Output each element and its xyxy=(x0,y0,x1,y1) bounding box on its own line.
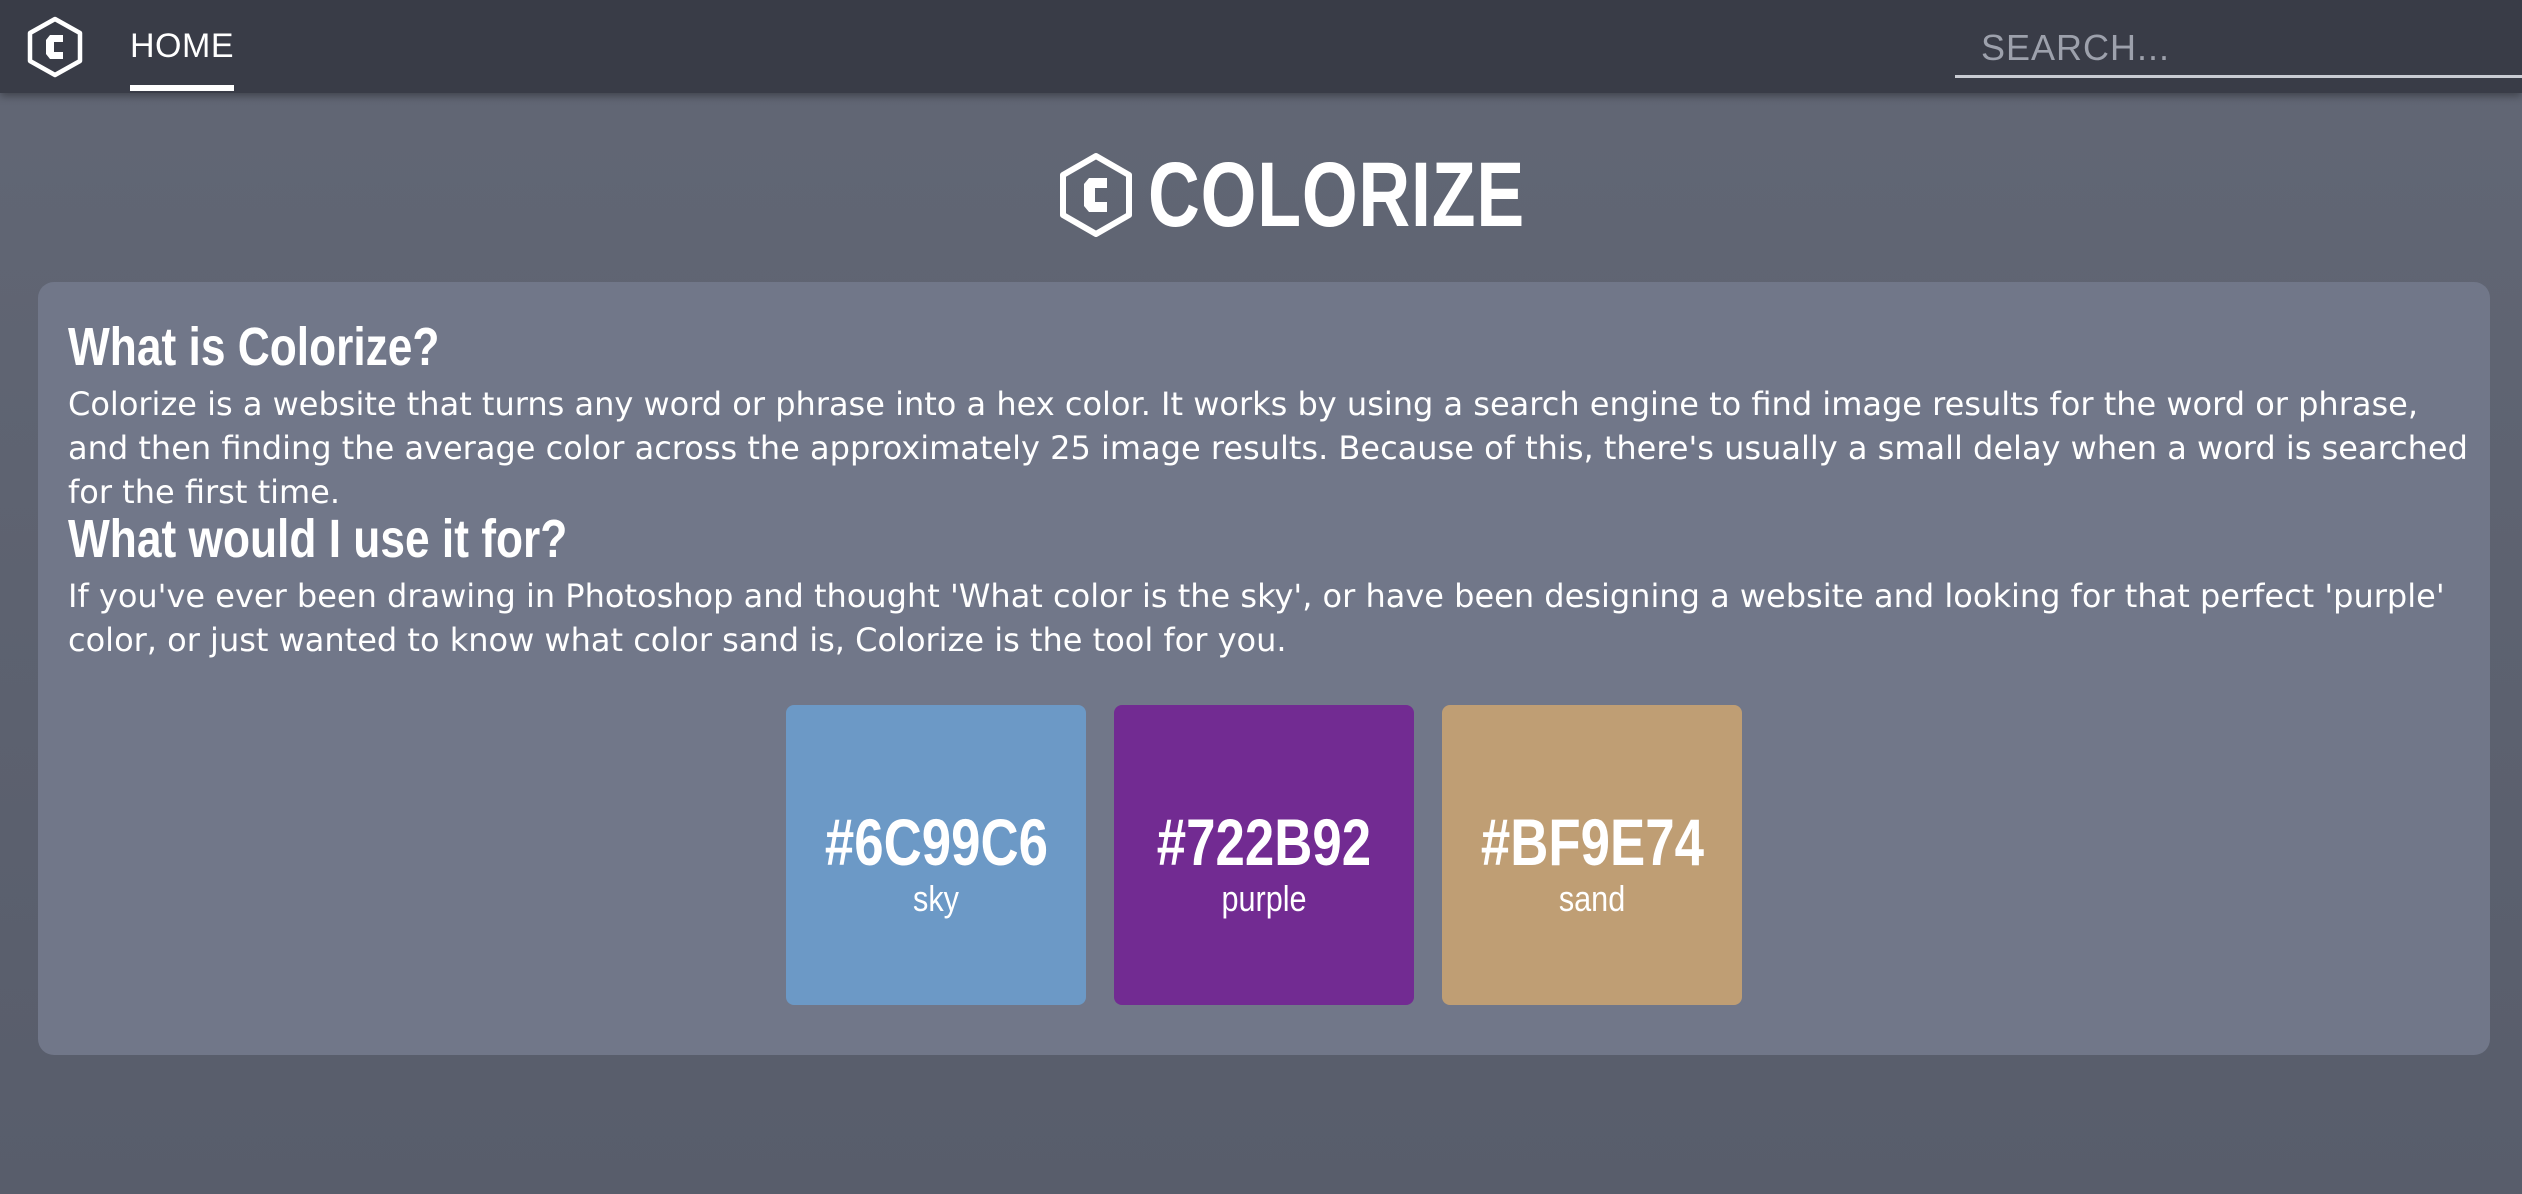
page-title: COLORIZE xyxy=(1148,144,1525,246)
swatch-word: sky xyxy=(913,878,959,919)
color-swatch-purple[interactable]: #722B92 purple xyxy=(1114,705,1414,1005)
info-card: What is Colorize? Colorize is a website … xyxy=(38,282,2490,1055)
nav-home-link[interactable]: HOME xyxy=(130,0,234,93)
nav-active-indicator xyxy=(130,85,234,91)
swatch-word: purple xyxy=(1221,878,1307,919)
hexagon-c-logo-icon[interactable] xyxy=(26,16,84,78)
section-heading-use-for: What would I use it for? xyxy=(68,509,568,569)
swatch-hex-code: #6C99C6 xyxy=(824,805,1048,879)
color-swatch-sky[interactable]: #6C99C6 sky xyxy=(786,705,1086,1005)
section-body-what-is: Colorize is a website that turns any wor… xyxy=(68,385,2468,511)
swatch-hex-code: #722B92 xyxy=(1156,805,1372,879)
brand-heading: COLORIZE xyxy=(1058,145,1631,245)
swatch-hex-code: #BF9E74 xyxy=(1480,805,1704,879)
search-input[interactable] xyxy=(1955,12,2522,78)
section-body-use-for: If you've ever been drawing in Photoshop… xyxy=(68,577,2445,659)
section-heading-what-is: What is Colorize? xyxy=(68,317,440,377)
hexagon-c-logo-icon xyxy=(1058,152,1134,238)
top-navbar: HOME xyxy=(0,0,2522,93)
swatch-word: sand xyxy=(1558,878,1626,919)
color-swatch-sand[interactable]: #BF9E74 sand xyxy=(1442,705,1742,1005)
